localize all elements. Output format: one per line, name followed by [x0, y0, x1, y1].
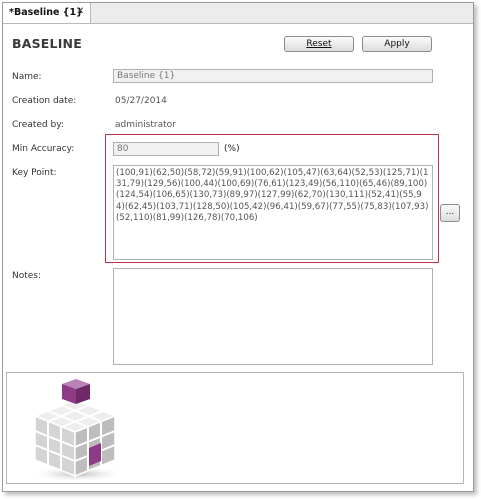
tab-title: *Baseline {1}: [9, 7, 83, 18]
notes-textarea[interactable]: [113, 268, 433, 365]
close-icon[interactable]: ✕: [76, 6, 84, 17]
notes-label: Notes:: [12, 271, 42, 281]
created-by-label: Created by:: [12, 120, 64, 130]
cube-logo-icon: [30, 379, 126, 482]
creation-date-value: 05/27/2014: [115, 96, 167, 106]
reset-button[interactable]: Reset: [284, 36, 354, 52]
name-field[interactable]: Baseline {1}: [113, 69, 433, 83]
page-title: BASELINE: [12, 36, 82, 51]
creation-date-label: Creation date:: [12, 96, 77, 106]
tab-strip: *Baseline {1} ✕: [3, 3, 473, 24]
key-point-browse-button[interactable]: ...: [440, 204, 460, 222]
min-accuracy-label: Min Accuracy:: [12, 144, 75, 154]
name-label: Name:: [12, 72, 42, 82]
key-point-textarea[interactable]: (100,91)(62,50)(58,72)(59,91)(100,62)(10…: [113, 165, 433, 260]
key-point-label: Key Point:: [12, 168, 57, 178]
created-by-value: administrator: [115, 120, 176, 130]
min-accuracy-unit: (%): [224, 144, 240, 154]
tab-baseline[interactable]: *Baseline {1} ✕: [3, 3, 91, 23]
reset-button-label: Reset: [306, 39, 332, 49]
apply-button[interactable]: Apply: [362, 36, 432, 52]
min-accuracy-field[interactable]: 80: [113, 142, 219, 156]
